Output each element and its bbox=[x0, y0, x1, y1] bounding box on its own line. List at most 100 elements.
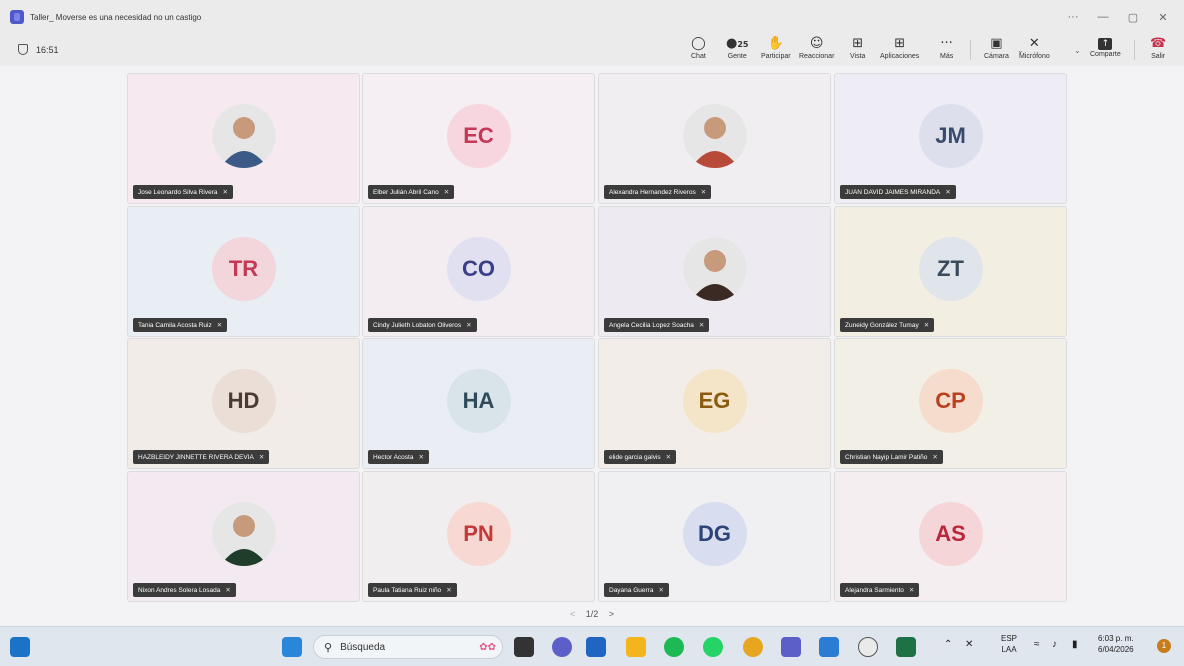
chatgpt-icon[interactable] bbox=[858, 637, 878, 657]
mic-muted-icon: ✕ bbox=[658, 587, 664, 594]
participant-tile[interactable]: Nixon Andres Solera Losada ✕ bbox=[127, 471, 360, 602]
participant-tile[interactable]: AS Alejandra Sarmiento ✕ bbox=[834, 471, 1067, 602]
participant-tile[interactable]: PN Paula Tatiana Ruiz niño ✕ bbox=[362, 471, 595, 602]
add-app-icon: ⊞ bbox=[894, 36, 906, 51]
spotify-icon[interactable] bbox=[664, 637, 684, 657]
participant-tile[interactable]: TR Tania Camila Acosta Ruiz ✕ bbox=[127, 206, 360, 337]
participant-nameplate: HAZBLEIDY JINNETTE RIVERA DEVIA ✕ bbox=[133, 450, 270, 464]
microphone-button[interactable]: ✕ Micrófono bbox=[1019, 36, 1050, 60]
participant-tile[interactable]: Jose Leonardo Silva Rivera ✕ bbox=[127, 73, 360, 204]
mic-muted-icon: ✕ bbox=[700, 189, 707, 196]
word-icon[interactable] bbox=[819, 637, 839, 657]
show-hidden-icons-chevron-icon[interactable]: ⌃ bbox=[944, 639, 952, 650]
participant-nameplate: JUAN DAVID JAIMES MIRANDA ✕ bbox=[840, 185, 956, 199]
participant-tile[interactable]: Alexandra Hernandez Riveros ✕ bbox=[598, 73, 831, 204]
previous-page-button[interactable]: < bbox=[570, 609, 575, 619]
mic-muted-icon: ✕ bbox=[698, 322, 705, 329]
participant-nameplate: Tania Camila Acosta Ruiz ✕ bbox=[133, 318, 228, 332]
widgets-icon[interactable] bbox=[10, 637, 30, 657]
start-button-icon[interactable] bbox=[282, 637, 302, 657]
participant-tile[interactable]: HD HAZBLEIDY JINNETTE RIVERA DEVIA ✕ bbox=[127, 338, 360, 469]
participant-name: Angela Cecilia Lopez Soacha bbox=[609, 321, 694, 329]
participant-initials-avatar: EG bbox=[682, 369, 747, 433]
teams-app-icon bbox=[10, 10, 24, 24]
notification-badge[interactable]: 1 bbox=[1157, 639, 1171, 653]
leave-button[interactable]: ☎ Salir bbox=[1150, 36, 1166, 60]
participant-grid: Jose Leonardo Silva Rivera ✕ EC Elber Juliá… bbox=[127, 73, 1067, 602]
store-icon[interactable] bbox=[586, 637, 606, 657]
participant-nameplate: Alexandra Hernandez Riveros ✕ bbox=[604, 185, 712, 199]
participant-initials-avatar: TR bbox=[211, 237, 276, 301]
participant-nameplate: Dayana Guerra ✕ bbox=[604, 583, 669, 597]
participant-tile[interactable]: EC Elber Julián Abril Cano ✕ bbox=[362, 73, 595, 204]
next-page-button[interactable]: > bbox=[609, 609, 614, 619]
mic-options-chevron-icon[interactable]: ⌄ bbox=[1074, 46, 1081, 55]
participant-initials-avatar: HA bbox=[446, 369, 511, 433]
participant-name: Hector Acosta bbox=[373, 453, 414, 461]
participant-tile[interactable]: CO Cindy Julieth Lobaton Oliveros ✕ bbox=[362, 206, 595, 337]
battery-icon[interactable]: ▮ bbox=[1072, 639, 1078, 650]
maximize-button[interactable]: ▢ bbox=[1118, 11, 1148, 24]
taskbar-search[interactable]: ⚲ Búsqueda ✿✿ bbox=[313, 635, 503, 659]
chat-button[interactable]: ◯ Chat bbox=[691, 36, 706, 60]
participant-nameplate: Elber Julián Abril Cano ✕ bbox=[368, 185, 455, 199]
participant-nameplate: Jose Leonardo Silva Rivera ✕ bbox=[133, 185, 233, 199]
participant-nameplate: Hector Acosta ✕ bbox=[368, 450, 429, 464]
participant-tile[interactable]: JM JUAN DAVID JAIMES MIRANDA ✕ bbox=[834, 73, 1067, 204]
chrome-icon[interactable] bbox=[743, 637, 763, 657]
file-explorer-icon[interactable] bbox=[626, 637, 646, 657]
participant-nameplate: Angela Cecilia Lopez Soacha ✕ bbox=[604, 318, 710, 332]
clock-time: 6:03 p. m. bbox=[1098, 634, 1134, 643]
people-button[interactable]: ●25 Gente bbox=[726, 36, 748, 60]
raise-hand-button[interactable]: ✋ Participar bbox=[761, 36, 791, 60]
participant-photo bbox=[211, 502, 276, 566]
mic-muted-icon: ✕ bbox=[466, 322, 472, 329]
minimize-button[interactable]: — bbox=[1088, 11, 1118, 23]
search-icon: ⚲ bbox=[324, 641, 333, 654]
participant-nameplate: Paula Tatiana Ruiz niño ✕ bbox=[368, 583, 457, 597]
view-button[interactable]: ⊞ Vista bbox=[850, 36, 865, 60]
participant-tile[interactable]: Angela Cecilia Lopez Soacha ✕ bbox=[598, 206, 831, 337]
participant-tile[interactable]: DG Dayana Guerra ✕ bbox=[598, 471, 831, 602]
mic-muted-icon: ✕ bbox=[216, 322, 223, 329]
participant-tile[interactable]: CP Christian Nayip Lamir Patiño ✕ bbox=[834, 338, 1067, 469]
react-button[interactable]: ☺ Reaccionar bbox=[799, 36, 834, 60]
ellipsis-icon: ··· bbox=[940, 36, 953, 51]
excel-icon[interactable] bbox=[896, 637, 916, 657]
more-window-options-icon[interactable]: ··· bbox=[1058, 11, 1088, 23]
chat-icon: ◯ bbox=[691, 36, 706, 51]
participant-tile[interactable]: HA Hector Acosta ✕ bbox=[362, 338, 595, 469]
mic-muted-tray-icon[interactable]: ✕ bbox=[965, 639, 973, 650]
camera-off-icon: ▣ bbox=[990, 36, 1003, 51]
participant-tile[interactable]: EG elide garcia galvis ✕ bbox=[598, 338, 831, 469]
language-indicator[interactable]: ESP LAA bbox=[1001, 633, 1017, 655]
mic-muted-icon: ✕ bbox=[225, 587, 231, 594]
participant-initials-avatar: JM bbox=[918, 104, 983, 168]
wifi-icon[interactable]: ≈ bbox=[1034, 639, 1040, 650]
participant-initials-avatar: ZT bbox=[918, 237, 983, 301]
participant-tile[interactable]: ZT Zuneidy González Tumay ✕ bbox=[834, 206, 1067, 337]
chat-app-icon[interactable] bbox=[552, 637, 572, 657]
mic-muted-icon: ✕ bbox=[443, 189, 450, 196]
people-count: 25 bbox=[737, 40, 749, 49]
more-button[interactable]: ··· Más bbox=[940, 36, 953, 60]
whatsapp-icon[interactable] bbox=[703, 637, 723, 657]
camera-button[interactable]: ▣ Cámara bbox=[984, 36, 1009, 60]
volume-icon[interactable]: ♪ bbox=[1052, 639, 1057, 650]
apps-button[interactable]: ⊞ Aplicaciones bbox=[880, 36, 919, 60]
mic-off-icon: ✕ bbox=[1028, 36, 1040, 51]
window-titlebar: Taller_ Moverse es una necesidad no un c… bbox=[0, 0, 1184, 34]
mic-muted-icon: ✕ bbox=[446, 587, 452, 594]
clock[interactable]: 6:03 p. m. 6/04/2026 bbox=[1098, 633, 1134, 655]
participant-initials-avatar: DG bbox=[682, 502, 747, 566]
teams-taskbar-icon[interactable] bbox=[781, 637, 801, 657]
page-indicator: < 1/2 > bbox=[0, 609, 1184, 619]
share-button[interactable]: ↑ Comparte bbox=[1090, 36, 1121, 58]
participant-nameplate: elide garcia galvis ✕ bbox=[604, 450, 677, 464]
task-view-icon[interactable] bbox=[514, 637, 534, 657]
participant-name: Alejandra Sarmiento bbox=[845, 586, 904, 594]
close-window-button[interactable]: ✕ bbox=[1148, 11, 1178, 24]
mic-muted-icon: ✕ bbox=[908, 587, 915, 594]
mic-muted-icon: ✕ bbox=[665, 454, 672, 461]
participant-name: Alexandra Hernandez Riveros bbox=[609, 188, 696, 196]
